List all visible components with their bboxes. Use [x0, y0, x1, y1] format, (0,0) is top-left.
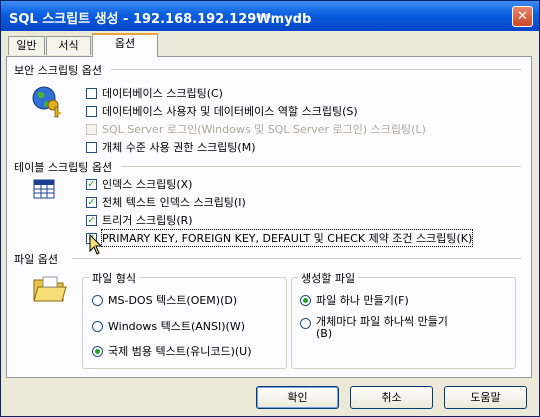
security-key-globe-icon — [30, 83, 66, 122]
script-db-users-roles-checkbox[interactable] — [86, 106, 97, 117]
file-format-group-title: 파일 형식 — [89, 270, 139, 286]
single-file-radio[interactable] — [300, 295, 311, 306]
dialog-window: SQL 스크립트 생성 - 192.168.192.129₩mydb ✕ 일반 … — [0, 0, 540, 417]
single-file-label: 파일 하나 만들기(F) — [316, 294, 409, 307]
script-triggers-label: 트리거 스크립팅(R) — [102, 214, 193, 227]
script-database-checkbox[interactable] — [86, 88, 97, 99]
cancel-button[interactable]: 취소 — [350, 386, 433, 409]
options-panel: 보안 스크립팅 옵션 데이터베이스 스크립팅(C) 데이터베이스 사용자 및 데… — [6, 56, 532, 378]
close-button[interactable]: ✕ — [512, 6, 533, 27]
security-divider — [111, 69, 521, 70]
script-logins-label: SQL Server 로그인(Windows 및 SQL Server 로그인)… — [102, 123, 426, 136]
file-per-object-radio[interactable] — [300, 318, 311, 329]
output-files-group-title: 생성할 파일 — [298, 270, 359, 286]
script-fulltext-indexes-checkbox[interactable]: ✓ — [86, 197, 97, 208]
script-db-users-roles-label: 데이터베이스 사용자 및 데이터베이스 역할 스크립팅(S) — [102, 105, 358, 118]
format-msdos-radio[interactable] — [92, 295, 103, 306]
file-per-object-label: 개체마다 파일 하나씩 만들기 — [316, 315, 448, 328]
script-database-label: 데이터베이스 스크립팅(C) — [102, 87, 223, 100]
script-indexes-label: 인덱스 스크립팅(X) — [102, 178, 193, 191]
file-per-object-label-accel: (B) — [316, 327, 333, 340]
window-title: SQL 스크립트 생성 - 192.168.192.129₩mydb — [9, 12, 312, 27]
format-windows-radio[interactable] — [92, 321, 103, 332]
table-grid-icon — [33, 179, 55, 202]
file-divider — [72, 258, 521, 259]
title-bar[interactable]: SQL 스크립트 생성 - 192.168.192.129₩mydb ✕ — [1, 1, 539, 31]
format-unicode-label: 국제 범용 텍스트(유니코드)(U) — [108, 345, 252, 358]
security-section-title: 보안 스크립팅 옵션 — [14, 64, 102, 77]
help-button[interactable]: 도움말 — [444, 386, 527, 409]
script-object-permissions-checkbox[interactable] — [86, 142, 97, 153]
script-fulltext-indexes-label: 전체 텍스트 인덱스 스크립팅(I) — [102, 196, 246, 209]
open-folder-icon — [33, 275, 67, 306]
script-triggers-checkbox[interactable]: ✓ — [86, 215, 97, 226]
ok-button[interactable]: 확인 — [256, 386, 339, 409]
tab-format[interactable]: 서식 — [46, 36, 91, 55]
format-unicode-radio[interactable] — [92, 346, 103, 357]
tab-options[interactable]: 옵션 — [92, 33, 158, 57]
mouse-cursor-icon — [89, 233, 103, 259]
script-object-permissions-label: 개체 수준 사용 권한 스크립팅(M) — [102, 141, 256, 154]
script-logins-checkbox — [86, 124, 97, 135]
script-constraints-label: PRIMARY KEY, FOREIGN KEY, DEFAULT 및 CHEC… — [100, 229, 474, 247]
script-indexes-checkbox[interactable]: ✓ — [86, 179, 97, 190]
table-divider — [121, 166, 521, 167]
table-section-title: 테이블 스크립팅 옵션 — [14, 161, 113, 174]
file-section-title: 파일 옵션 — [14, 253, 58, 266]
close-icon: ✕ — [517, 9, 528, 24]
format-msdos-label: MS-DOS 텍스트(OEM)(D) — [108, 294, 238, 307]
format-windows-label: Windows 텍스트(ANSI)(W) — [108, 320, 245, 333]
tab-general[interactable]: 일반 — [8, 36, 45, 55]
